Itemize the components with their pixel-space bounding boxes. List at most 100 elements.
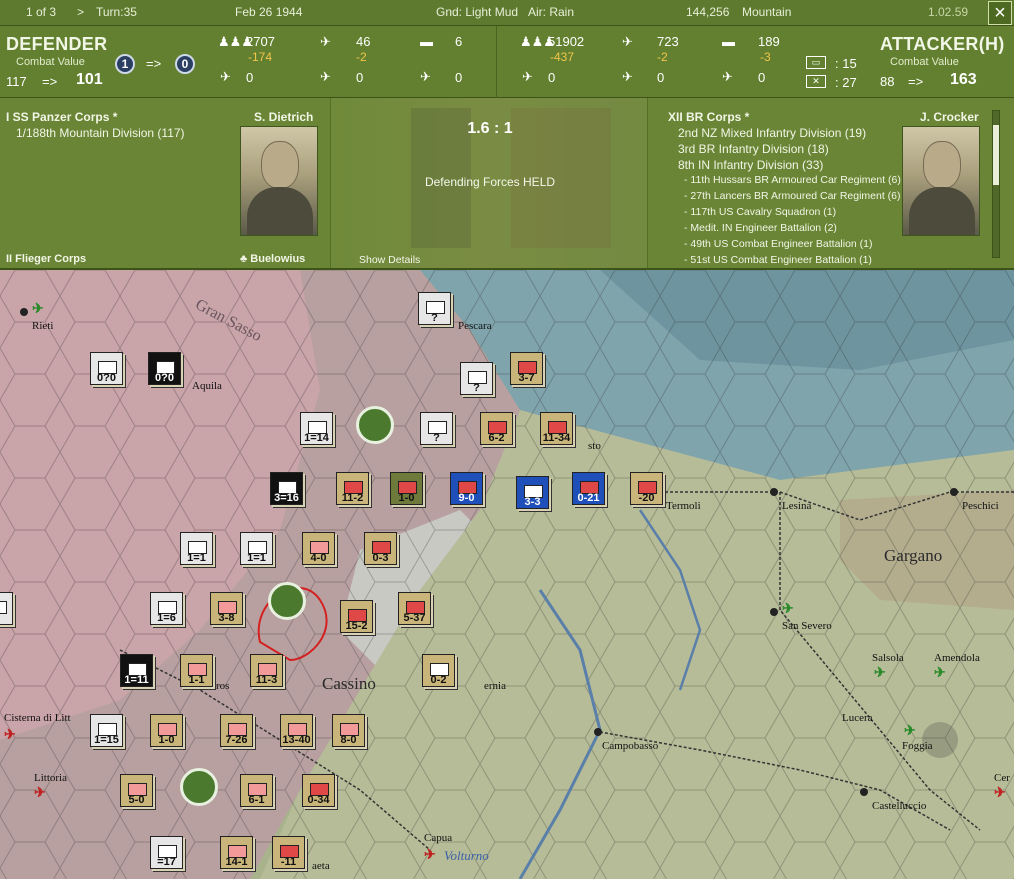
unit-counter[interactable]: ?	[420, 412, 453, 445]
town-marker	[860, 788, 868, 796]
unit-strength: 1=6	[157, 612, 176, 624]
attacker-subunit[interactable]: - 27th Lancers BR Armoured Car Regiment …	[684, 190, 901, 202]
unit-counter[interactable]: 3	[0, 592, 13, 625]
hex-map[interactable]: Gran Sasso Gargano Cassino Rieti Pescara…	[0, 270, 1014, 879]
town-isernia: ernia	[484, 680, 506, 692]
unit-strength: ?	[431, 312, 438, 324]
unit-counter-round[interactable]	[356, 406, 394, 444]
defender-unit[interactable]: 1/188th Mountain Division (117)	[16, 126, 185, 140]
unit-counter[interactable]: 14-1	[220, 836, 253, 869]
scrollbar-thumb[interactable]	[993, 125, 999, 185]
unit-counter[interactable]: =17	[150, 836, 183, 869]
unit-counter-round[interactable]	[180, 768, 218, 806]
unit-counter[interactable]: 5-37	[398, 592, 431, 625]
show-details-link[interactable]: Show Details	[359, 254, 420, 266]
unit-counter[interactable]: 1-0	[150, 714, 183, 747]
unit-counter[interactable]: 5-0	[120, 774, 153, 807]
unit-counter[interactable]: 6-2	[480, 412, 513, 445]
attacker-subunit[interactable]: - 117th US Cavalry Squadron (1)	[684, 206, 836, 218]
defender-cv-from: 117	[6, 74, 27, 89]
unit-counter[interactable]: 3-3	[516, 476, 549, 509]
unit-counter[interactable]: 3-7	[510, 352, 543, 385]
defender-cv-arrow: =>	[42, 74, 58, 89]
airfield-icon: ✈	[934, 664, 946, 680]
unit-strength: 0?0	[155, 372, 174, 384]
unit-counter[interactable]: -20	[630, 472, 663, 505]
unit-counter[interactable]: 0-3	[364, 532, 397, 565]
attacker-subunit[interactable]: - Medit. IN Engineer Battalion (2)	[684, 222, 837, 234]
attacker-subunit[interactable]: - 49th US Combat Engineer Battalion (1)	[684, 238, 873, 250]
unit-strength: -11	[280, 856, 297, 868]
unit-counter[interactable]: 6-1	[240, 774, 273, 807]
unit-counter[interactable]: 3=16	[270, 472, 303, 505]
attacker-unit[interactable]: 3rd BR Infantry Division (18)	[678, 142, 829, 156]
selected-unit-counter[interactable]	[268, 582, 306, 620]
combat-result: 1.6 : 1 Defending Forces HELD Show Detai…	[330, 98, 648, 268]
town-lesina: Lesina	[782, 500, 812, 512]
defender-cv-label: Combat Value	[16, 56, 85, 68]
bomber-icon: ✈	[320, 69, 331, 84]
unit-counter[interactable]: -11	[272, 836, 305, 869]
top-status-bar: 1 of 3 > Turn:35 Feb 26 1944 Gnd: Light …	[0, 0, 1014, 26]
unit-counter[interactable]: 1=6	[150, 592, 183, 625]
town-cassino: Cassino	[322, 674, 376, 693]
defender-corps-2[interactable]: II Flieger Corps	[6, 253, 86, 265]
unit-strength: 1-0	[158, 734, 175, 746]
page-indicator[interactable]: 1 of 3	[26, 5, 56, 19]
unit-counter[interactable]: ?	[418, 292, 451, 325]
unit-counter[interactable]: 1=1	[240, 532, 273, 565]
town-marker	[950, 488, 958, 496]
unit-counter[interactable]: 1=1	[180, 532, 213, 565]
attacker-unit[interactable]: 8th IN Infantry Division (33)	[678, 158, 823, 172]
portrait-face	[923, 141, 961, 189]
unit-counter[interactable]: 11-3	[250, 654, 283, 687]
crocker-portrait	[902, 126, 980, 236]
unit-counter[interactable]: 9-0	[450, 472, 483, 505]
airfield-icon: ✈	[994, 784, 1006, 800]
unit-list-scrollbar[interactable]	[992, 110, 1000, 258]
unit-counter[interactable]: 3-8	[210, 592, 243, 625]
unit-counter[interactable]: 13-40	[280, 714, 313, 747]
unit-counter[interactable]: 1-0	[390, 472, 423, 505]
region-label-gargano: Gargano	[884, 546, 943, 565]
unit-counter[interactable]: 11-2	[336, 472, 369, 505]
unit-counter[interactable]: 1=14	[300, 412, 333, 445]
attacker-cv-label: Combat Value	[890, 56, 959, 68]
defender-tanks: 6	[455, 34, 463, 49]
unit-counter[interactable]: 0-21	[572, 472, 605, 505]
close-button[interactable]: ×	[988, 1, 1012, 25]
town-termoli: Termoli	[666, 500, 701, 512]
unit-counter[interactable]: 0-34	[302, 774, 335, 807]
unit-counter[interactable]: 0?0	[90, 352, 123, 385]
unit-counter[interactable]: 8-0	[332, 714, 365, 747]
next-arrow[interactable]: >	[77, 5, 84, 19]
air-condition: Air: Rain	[528, 5, 575, 19]
attacker-air: 723	[657, 34, 679, 49]
attacker-corps[interactable]: XII BR Corps *	[668, 110, 749, 124]
attacker-subunit[interactable]: - 51st US Combat Engineer Battalion (1)	[684, 254, 872, 266]
unit-counter[interactable]: 1=15	[90, 714, 123, 747]
attacker-cv-arrow: =>	[908, 74, 924, 89]
defender-cv-to: 101	[76, 71, 103, 88]
airfield-icon: ✈	[4, 726, 16, 742]
unit-counter[interactable]: 4-0	[302, 532, 335, 565]
unit-counter[interactable]: 0?0	[148, 352, 181, 385]
attacker-subunit[interactable]: - 11th Hussars BR Armoured Car Regiment …	[684, 174, 901, 186]
town-castelluccio: Castelluccio	[872, 800, 927, 812]
town-campobasso: Campobasso	[602, 740, 659, 752]
unit-counter[interactable]: 11-34	[540, 412, 573, 445]
unit-counter[interactable]: 1=11	[120, 654, 153, 687]
attacker-unit[interactable]: 2nd NZ Mixed Infantry Division (19)	[678, 126, 866, 140]
attacker-details: XII BR Corps * J. Crocker 2nd NZ Mixed I…	[648, 98, 1006, 268]
unit-strength: 0-3	[372, 552, 389, 564]
unit-strength: 6-2	[488, 432, 505, 444]
town-littoria: Littoria	[34, 772, 67, 784]
unit-counter[interactable]: 7-26	[220, 714, 253, 747]
town-capua: Capua	[424, 832, 453, 844]
unit-strength: 1-1	[188, 674, 205, 686]
unit-counter[interactable]: 15-2	[340, 600, 373, 633]
unit-counter[interactable]: 0-2	[422, 654, 455, 687]
unit-counter[interactable]: 1-1	[180, 654, 213, 687]
defender-corps[interactable]: I SS Panzer Corps *	[6, 110, 117, 124]
unit-counter[interactable]: ?	[460, 362, 493, 395]
